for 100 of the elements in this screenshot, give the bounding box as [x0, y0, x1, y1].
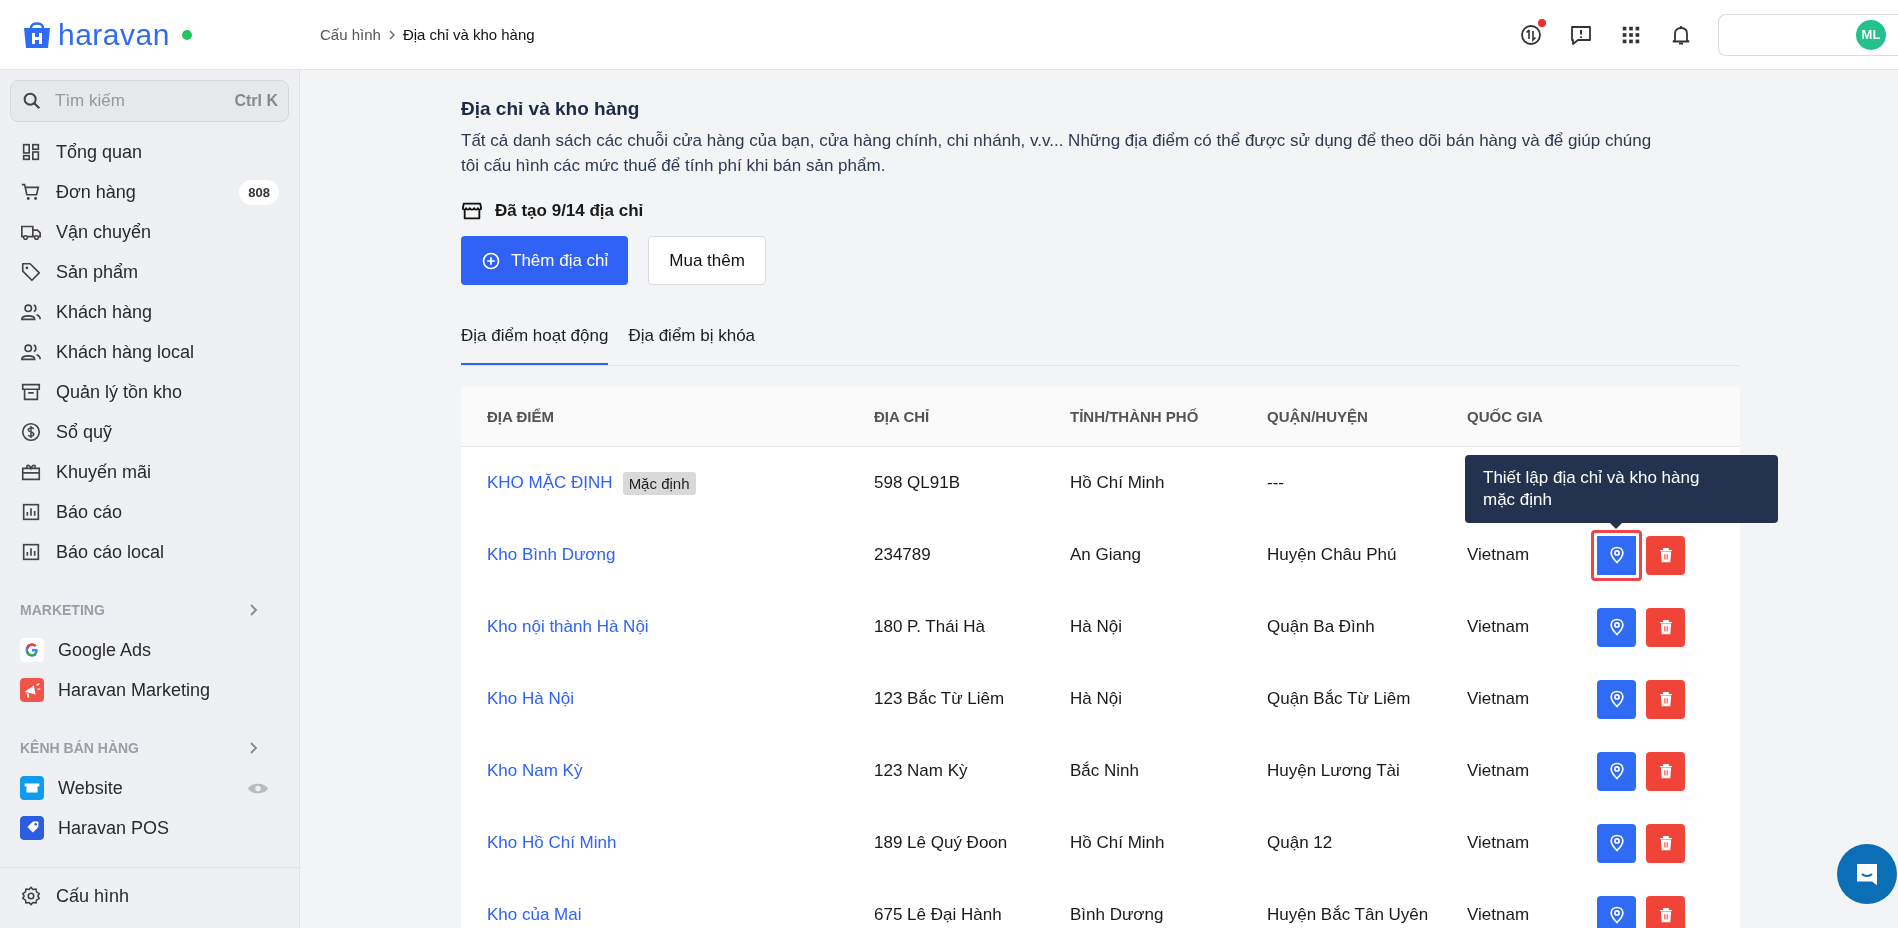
table-cell: Hà Nội	[1070, 689, 1122, 709]
tab[interactable]: Địa điểm bị khóa	[628, 314, 756, 365]
tooltip: Thiết lập địa chỉ và kho hàng mặc định	[1465, 454, 1778, 523]
archive-box-icon	[20, 381, 42, 403]
tooltip-pointer	[1610, 522, 1622, 529]
table-cell: 180 P. Thái Hà	[874, 617, 985, 637]
cart-icon	[20, 181, 42, 203]
table-cell: Huyện Lương Tài	[1267, 761, 1400, 781]
breadcrumb-current: Địa chỉ và kho hàng	[402, 26, 535, 43]
column-header: QUẬN/HUYỆN	[1267, 407, 1369, 425]
nav-item[interactable]: Sản phẩm	[10, 252, 289, 292]
default-tag: Mặc định	[622, 471, 696, 495]
dollar-coin-icon	[20, 421, 42, 443]
search-input[interactable]: Tìm kiếm	[53, 90, 225, 112]
table-cell: Quận Ba Đình	[1267, 617, 1375, 637]
nav-item[interactable]: Quản lý tồn kho	[10, 372, 289, 412]
table-cell: An Giang	[1070, 545, 1141, 565]
table-cell: 123 Nam Kỳ	[874, 761, 968, 781]
table-cell: Vietnam	[1467, 761, 1530, 781]
column-header: ĐỊA CHỈ	[874, 407, 931, 425]
nav-item[interactable]: Vận chuyển	[10, 212, 289, 252]
table-cell: Bình Dương	[1070, 905, 1164, 925]
set-default-button[interactable]	[1591, 529, 1642, 581]
breadcrumb-link[interactable]: Cấu hình	[320, 26, 381, 43]
users-icon	[20, 341, 42, 363]
nav-item[interactable]: Sổ quỹ	[10, 412, 289, 452]
tab[interactable]: Địa điểm hoạt động	[461, 314, 609, 365]
location-link[interactable]: Kho Bình Dương	[487, 545, 616, 565]
quota-text: Đã tạo 9/14 địa chỉ	[495, 201, 644, 221]
search-icon	[21, 90, 43, 112]
table-cell: Vietnam	[1467, 617, 1530, 637]
nav-item[interactable]: Haravan POS	[10, 808, 289, 848]
nav-item[interactable]: Khuyến mãi	[10, 452, 289, 492]
set-default-button[interactable]	[1597, 823, 1636, 863]
nav-item[interactable]: Google Ads	[10, 630, 289, 670]
location-link[interactable]: Kho Hà Nội	[487, 689, 574, 709]
nav-item[interactable]: Cấu hình	[10, 876, 289, 916]
table-cell: Vietnam	[1467, 545, 1530, 565]
nav-item[interactable]: Báo cáo local	[10, 532, 289, 572]
delete-button[interactable]	[1646, 751, 1685, 791]
store-icon	[461, 200, 483, 222]
count-badge: 808	[239, 179, 279, 205]
location-link[interactable]: Kho của Mai	[487, 905, 582, 925]
gift-icon	[20, 461, 42, 483]
brand-name: haravan	[58, 17, 170, 52]
bar-chart-icon	[20, 501, 42, 523]
location-link[interactable]: KHO MẶC ĐỊNH	[487, 473, 613, 493]
nav-item[interactable]: Website	[10, 768, 289, 808]
delete-button[interactable]	[1646, 679, 1685, 719]
nav-item[interactable]: Khách hàng local	[10, 332, 289, 372]
users-icon	[20, 301, 42, 323]
table-cell: Vietnam	[1467, 689, 1530, 709]
column-header: ĐỊA ĐIỂM	[486, 407, 555, 425]
set-default-button[interactable]	[1597, 895, 1636, 928]
set-default-button[interactable]	[1597, 607, 1636, 647]
buy-more-button[interactable]: Mua thêm	[648, 236, 766, 285]
delete-button[interactable]	[1646, 535, 1685, 575]
settings-icon	[20, 885, 42, 907]
sync-icon[interactable]	[1519, 22, 1543, 47]
nav-item[interactable]: Khách hàng	[10, 292, 289, 332]
table-cell: Hồ Chí Minh	[1070, 833, 1165, 853]
delete-button[interactable]	[1646, 823, 1685, 863]
google-logo-icon	[20, 638, 44, 662]
keyboard-shortcut: Ctrl K	[234, 92, 278, 110]
table-cell: Hà Nội	[1070, 617, 1122, 637]
table-cell: Vietnam	[1467, 833, 1530, 853]
location-link[interactable]: Kho nội thành Hà Nội	[487, 617, 649, 637]
tag-icon	[20, 261, 42, 283]
chat-launcher[interactable]	[1837, 844, 1897, 904]
dashboard-icon	[20, 141, 42, 163]
nav-item[interactable]: Đơn hàng 808	[10, 172, 289, 212]
table-cell: Hồ Chí Minh	[1070, 473, 1165, 493]
delete-button[interactable]	[1646, 895, 1685, 928]
nav-item[interactable]: Haravan Marketing	[10, 670, 289, 710]
set-default-button[interactable]	[1597, 679, 1636, 719]
table-cell: 234789	[874, 545, 931, 565]
table-cell: 598 QL91B	[874, 473, 960, 493]
nav-item[interactable]: Tổng quan	[10, 132, 289, 172]
location-link[interactable]: Kho Hồ Chí Minh	[487, 833, 617, 853]
table-cell: Vietnam	[1467, 905, 1530, 925]
table-cell: Quận Bắc Từ Liêm	[1267, 689, 1411, 709]
page-description: Tất cả danh sách các chuỗi cửa hàng của bạn, cửa hàng chính, chi nhánh, v.v... Những địa điểm có thể được sử dụng để theo dõi bán hàng và để giúp chúng tôi cấu hình các mức thuế để tính phí khi bán sản phẩm.	[461, 130, 1653, 177]
bar-chart-icon	[20, 541, 42, 563]
chevron-right-icon	[249, 603, 259, 617]
column-header: TỈNH/THÀNH PHỐ	[1070, 407, 1200, 425]
set-default-button[interactable]	[1597, 751, 1636, 791]
add-address-button[interactable]: Thêm địa chỉ	[461, 236, 629, 285]
table-cell: Quận 12	[1267, 833, 1333, 853]
table-cell: 675 Lê Đại Hành	[874, 905, 1002, 925]
storefront-icon	[20, 776, 44, 800]
delete-button[interactable]	[1646, 607, 1685, 647]
table-cell: Huyện Châu Phú	[1267, 545, 1397, 565]
table-cell: 189 Lê Quý Đoon	[874, 833, 1008, 853]
megaphone-icon	[20, 678, 44, 702]
table-cell: ---	[1267, 473, 1284, 493]
plus-circle-icon	[481, 250, 501, 271]
nav-item[interactable]: Báo cáo	[10, 492, 289, 532]
table-cell: 123 Bắc Từ Liêm	[874, 689, 1005, 709]
location-link[interactable]: Kho Nam Kỳ	[487, 761, 583, 781]
table-cell: Huyện Bắc Tân Uyên	[1267, 905, 1429, 925]
